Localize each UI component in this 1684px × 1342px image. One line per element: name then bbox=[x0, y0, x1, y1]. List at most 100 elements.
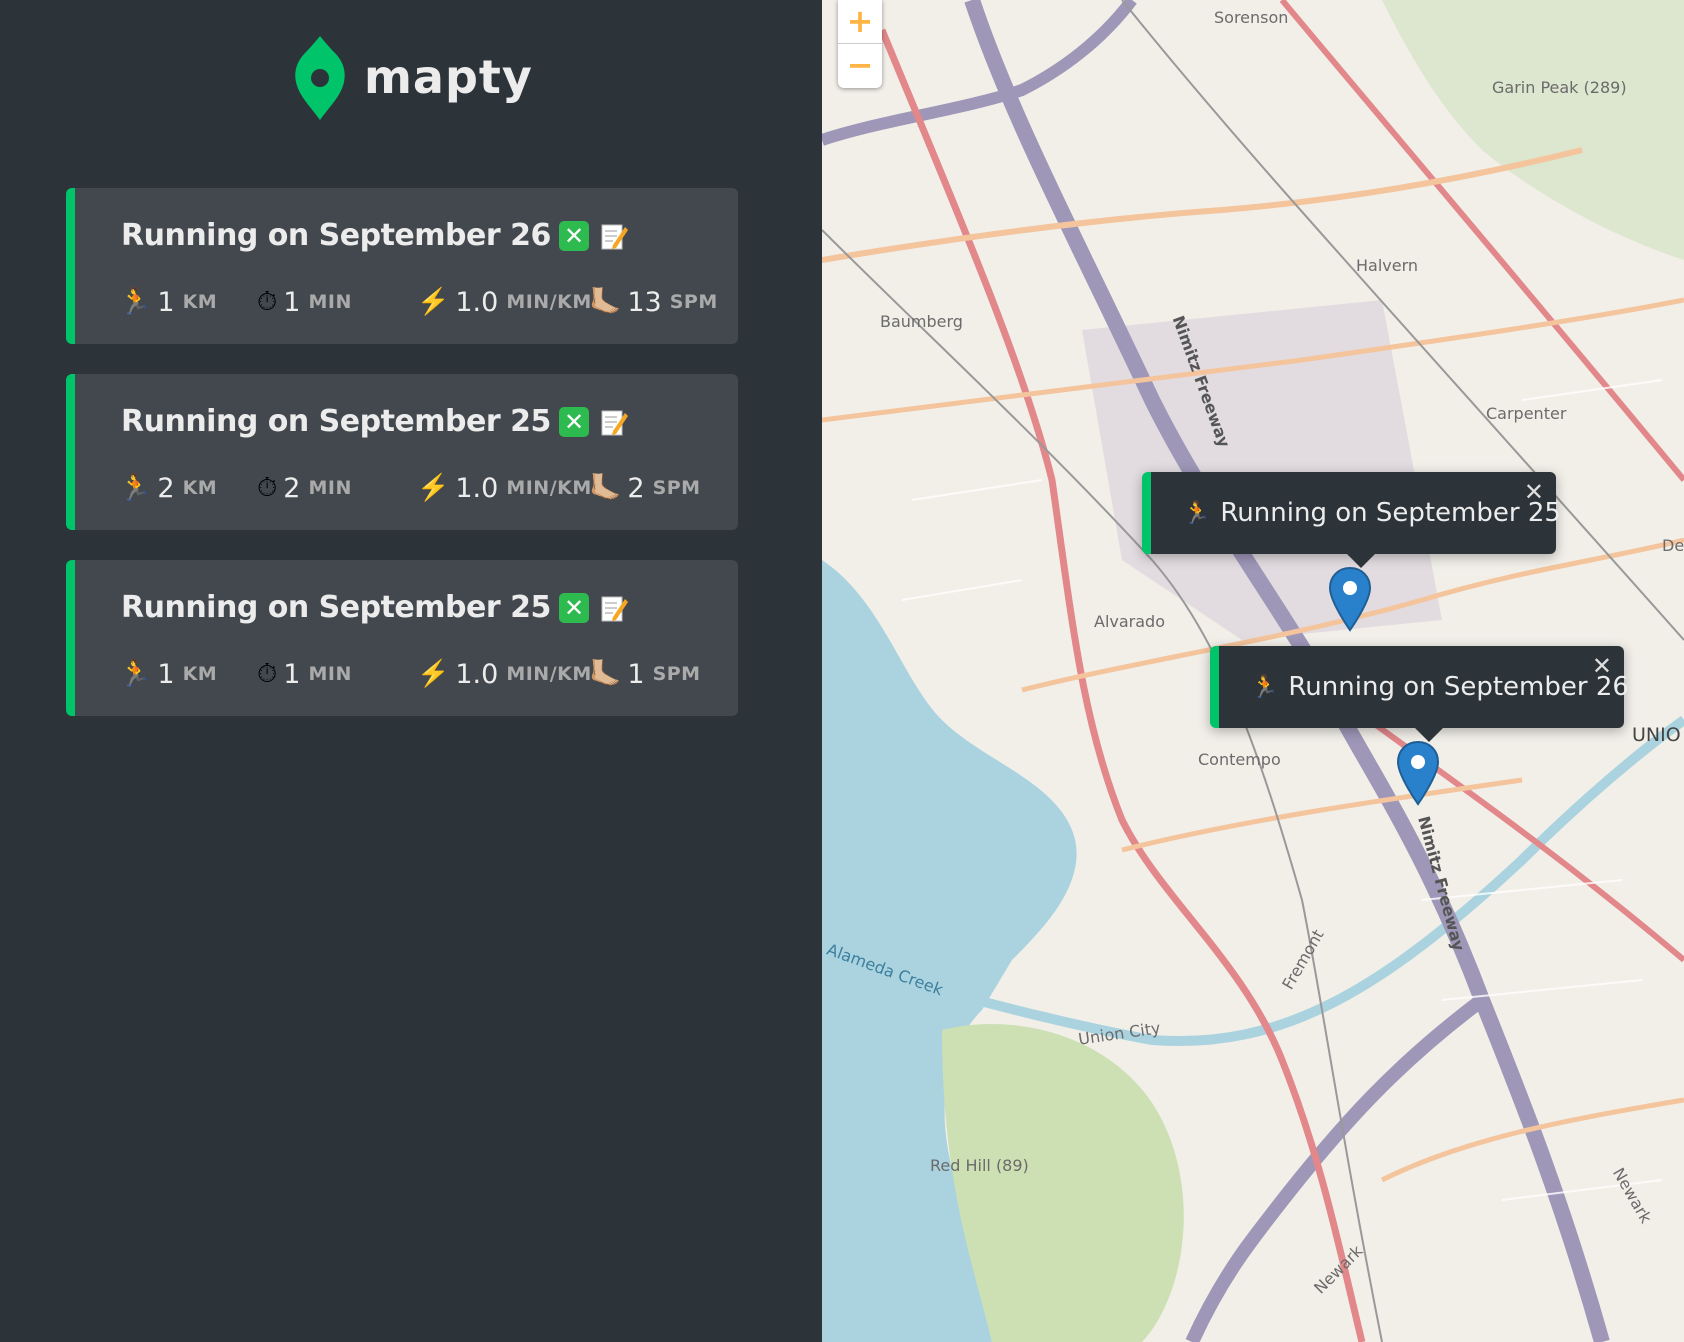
pace-unit: MIN/KM bbox=[506, 477, 592, 499]
workout-popup[interactable]: 🏃 Running on September 26 ✕ bbox=[1210, 646, 1629, 742]
memo-pencil-icon bbox=[601, 410, 628, 435]
close-icon[interactable]: ✕ bbox=[1524, 478, 1544, 506]
map-pin-logo-icon bbox=[295, 36, 345, 120]
workout-card[interactable]: Running on September 25 ✕ 🏃 1 KM ⏱ 1 MIN… bbox=[66, 560, 738, 716]
place-label: UNIO bbox=[1632, 724, 1681, 746]
cadence-value: 2 bbox=[627, 472, 645, 504]
duration-value: 2 bbox=[283, 472, 301, 504]
cadence-detail: 🦶🏼 1 SPM bbox=[589, 654, 701, 694]
distance-unit: KM bbox=[182, 663, 218, 685]
delete-workout-button[interactable]: ✕ bbox=[558, 406, 589, 437]
popup-text: Running on September 25 bbox=[1220, 498, 1561, 528]
distance-value: 2 bbox=[157, 472, 175, 504]
cadence-unit: SPM bbox=[669, 291, 718, 313]
cadence-detail: 🦶🏼 2 SPM bbox=[589, 468, 701, 508]
place-label: Red Hill (89) bbox=[930, 1156, 1029, 1175]
cadence-value: 1 bbox=[627, 658, 645, 690]
place-label: Sorenson bbox=[1214, 8, 1289, 27]
duration-value: 1 bbox=[283, 286, 301, 318]
pace-value: 1.0 bbox=[455, 658, 499, 690]
cadence-unit: SPM bbox=[652, 477, 701, 499]
workout-title: Running on September 26 bbox=[121, 218, 551, 253]
workout-details: 🏃 1 KM ⏱ 1 MIN ⚡️ 1.0 MIN/KM 🦶🏼 13 SPM bbox=[119, 282, 739, 322]
distance-detail: 🏃 1 KM bbox=[119, 654, 217, 694]
popup-tip bbox=[1345, 552, 1377, 568]
edit-workout-button[interactable] bbox=[599, 593, 629, 623]
pace-detail: ⚡️ 1.0 MIN/KM bbox=[417, 468, 592, 508]
stopwatch-icon: ⏱ bbox=[257, 659, 278, 689]
pace-value: 1.0 bbox=[455, 472, 499, 504]
duration-unit: MIN bbox=[308, 477, 352, 499]
runner-icon: 🏃 bbox=[119, 473, 152, 503]
place-label: Carpenter bbox=[1486, 404, 1567, 423]
lightning-icon: ⚡️ bbox=[417, 287, 450, 317]
foot-icon: 🦶🏼 bbox=[589, 659, 622, 689]
stopwatch-icon: ⏱ bbox=[257, 473, 278, 503]
duration-detail: ⏱ 1 MIN bbox=[257, 282, 352, 322]
workout-list: Running on September 26 ✕ 🏃 1 KM ⏱ 1 MIN… bbox=[66, 188, 738, 746]
delete-workout-button[interactable]: ✕ bbox=[558, 220, 589, 251]
workout-card[interactable]: Running on September 26 ✕ 🏃 1 KM ⏱ 1 MIN… bbox=[66, 188, 738, 344]
duration-value: 1 bbox=[283, 658, 301, 690]
place-label: Contempo bbox=[1198, 750, 1281, 769]
runner-icon: 🏃 bbox=[1251, 674, 1279, 700]
sidebar: mapty Running on September 26 ✕ 🏃 1 KM ⏱… bbox=[0, 0, 822, 1342]
popup-text: Running on September 26 bbox=[1288, 672, 1629, 702]
distance-value: 1 bbox=[157, 658, 175, 690]
lightning-icon: ⚡️ bbox=[417, 473, 450, 503]
workout-card[interactable]: Running on September 25 ✕ 🏃 2 KM ⏱ 2 MIN… bbox=[66, 374, 738, 530]
edit-workout-button[interactable] bbox=[599, 221, 629, 251]
pace-detail: ⚡️ 1.0 MIN/KM bbox=[417, 654, 592, 694]
memo-pencil-icon bbox=[601, 596, 628, 621]
place-label: Halvern bbox=[1356, 256, 1419, 275]
duration-detail: ⏱ 1 MIN bbox=[257, 654, 352, 694]
cadence-value: 13 bbox=[627, 286, 662, 318]
zoom-control: + − bbox=[838, 0, 882, 88]
workout-details: 🏃 1 KM ⏱ 1 MIN ⚡️ 1.0 MIN/KM 🦶🏼 1 SPM bbox=[119, 654, 739, 694]
distance-detail: 🏃 1 KM bbox=[119, 282, 217, 322]
popup-tip bbox=[1413, 726, 1445, 742]
zoom-out-button[interactable]: − bbox=[838, 44, 882, 87]
map-marker-icon[interactable] bbox=[1396, 740, 1440, 806]
workout-popup[interactable]: 🏃 Running on September 25 ✕ bbox=[1142, 472, 1561, 568]
foot-icon: 🦶🏼 bbox=[589, 287, 622, 317]
runner-icon: 🏃 bbox=[1183, 500, 1211, 526]
place-label: De bbox=[1662, 536, 1684, 555]
duration-unit: MIN bbox=[308, 291, 352, 313]
distance-unit: KM bbox=[182, 477, 218, 499]
app-logo: mapty bbox=[294, 32, 533, 122]
workout-details: 🏃 2 KM ⏱ 2 MIN ⚡️ 1.0 MIN/KM 🦶🏼 2 SPM bbox=[119, 468, 739, 508]
pace-unit: MIN/KM bbox=[506, 663, 592, 685]
map[interactable]: Sorenson Garin Peak (289) Halvern Baumbe… bbox=[822, 0, 1684, 1342]
pace-detail: ⚡️ 1.0 MIN/KM bbox=[417, 282, 592, 322]
memo-pencil-icon bbox=[601, 224, 628, 249]
workout-title: Running on September 25 bbox=[121, 590, 551, 625]
duration-unit: MIN bbox=[308, 663, 352, 685]
pace-value: 1.0 bbox=[455, 286, 499, 318]
pace-unit: MIN/KM bbox=[506, 291, 592, 313]
place-label: Baumberg bbox=[880, 312, 963, 331]
cadence-unit: SPM bbox=[652, 663, 701, 685]
distance-detail: 🏃 2 KM bbox=[119, 468, 217, 508]
app-name: mapty bbox=[364, 50, 533, 104]
close-icon[interactable]: ✕ bbox=[1592, 652, 1612, 680]
map-marker-icon[interactable] bbox=[1328, 566, 1372, 632]
workout-title-row: Running on September 25 ✕ bbox=[121, 590, 629, 625]
workout-title-row: Running on September 25 ✕ bbox=[121, 404, 629, 439]
zoom-in-button[interactable]: + bbox=[838, 0, 882, 44]
lightning-icon: ⚡️ bbox=[417, 659, 450, 689]
runner-icon: 🏃 bbox=[119, 287, 152, 317]
edit-workout-button[interactable] bbox=[599, 407, 629, 437]
workout-title: Running on September 25 bbox=[121, 404, 551, 439]
place-label: Alvarado bbox=[1094, 612, 1165, 631]
distance-unit: KM bbox=[182, 291, 218, 313]
workout-title-row: Running on September 26 ✕ bbox=[121, 218, 629, 253]
distance-value: 1 bbox=[157, 286, 175, 318]
cadence-detail: 🦶🏼 13 SPM bbox=[589, 282, 718, 322]
duration-detail: ⏱ 2 MIN bbox=[257, 468, 352, 508]
runner-icon: 🏃 bbox=[119, 659, 152, 689]
stopwatch-icon: ⏱ bbox=[257, 287, 278, 317]
place-label: Garin Peak (289) bbox=[1492, 78, 1627, 97]
foot-icon: 🦶🏼 bbox=[589, 473, 622, 503]
delete-workout-button[interactable]: ✕ bbox=[558, 592, 589, 623]
